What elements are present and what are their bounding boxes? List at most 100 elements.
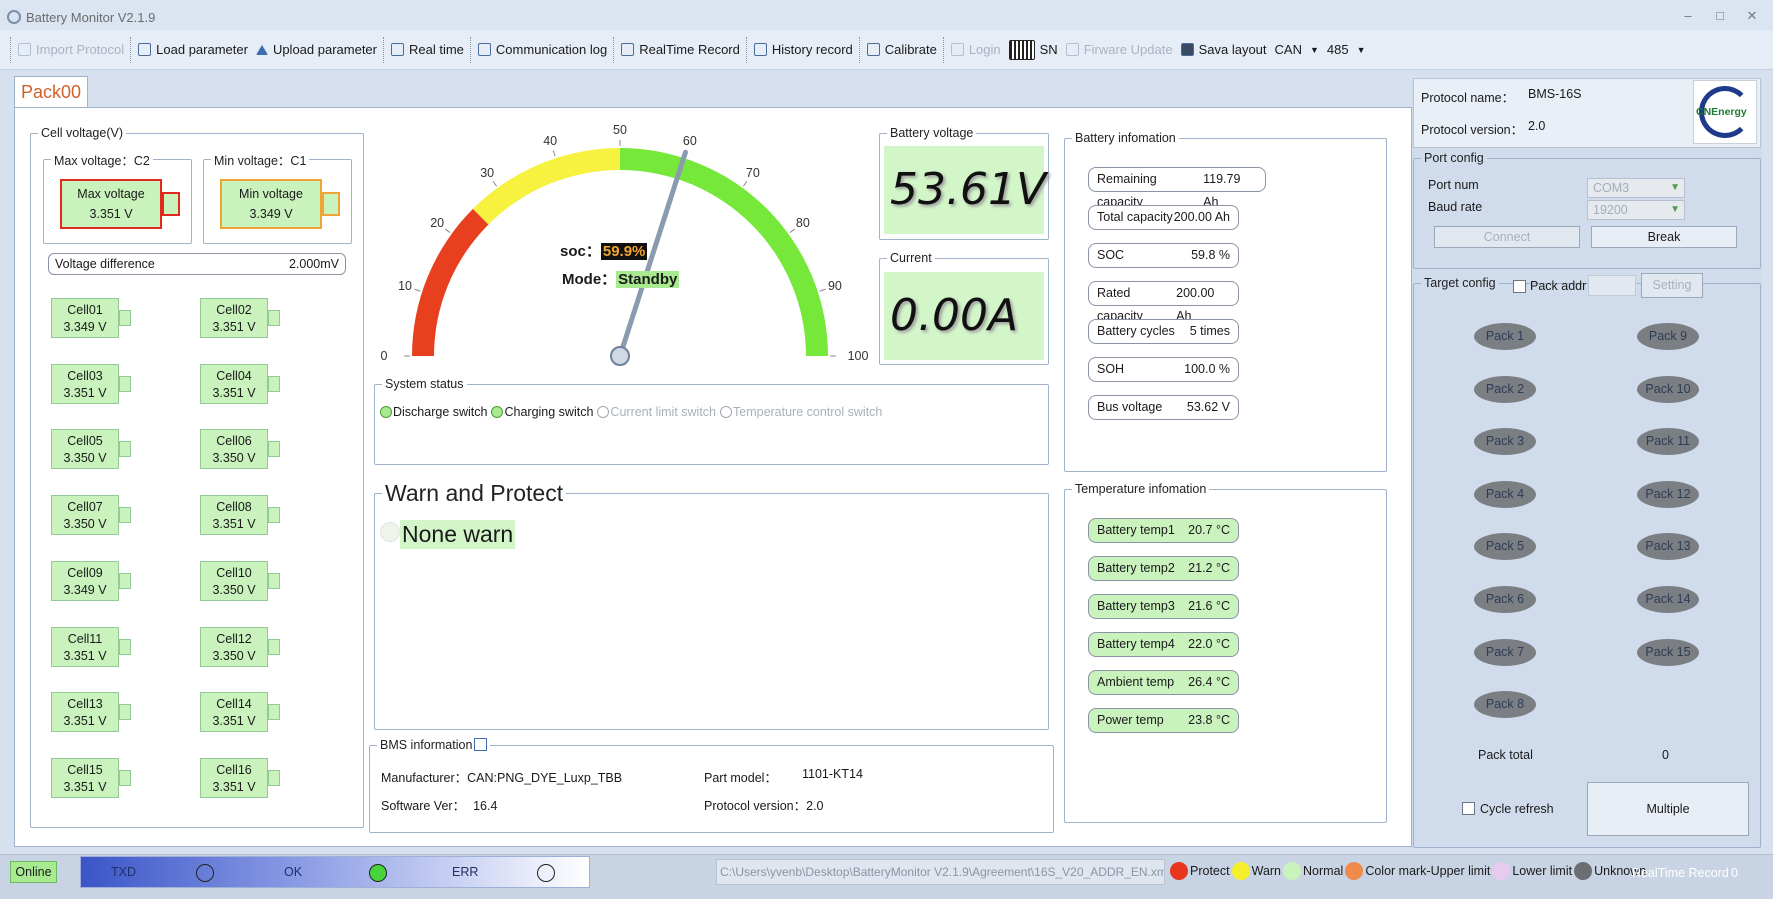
calibrate-icon [866, 43, 880, 56]
barcode-icon [1008, 39, 1035, 60]
cell-name: Cell08 [216, 500, 252, 515]
pack-button[interactable]: Pack 7 [1474, 638, 1536, 666]
multiple-button[interactable]: Multiple [1587, 782, 1749, 836]
connect-button[interactable]: Connect [1434, 226, 1580, 248]
communication-log-button[interactable]: Communication log [474, 35, 611, 65]
real-time-button[interactable]: Real time [387, 35, 468, 65]
legend-item: Lower limit [1492, 862, 1572, 880]
logo-text: CNEnergy [1696, 106, 1747, 118]
baud-rate-select[interactable]: 19200 ▼ [1587, 200, 1685, 220]
company-logo: CNEnergy [1693, 80, 1757, 144]
save-layout-button[interactable]: Sava layout [1177, 35, 1271, 65]
pack-addr-checkbox[interactable] [1513, 280, 1526, 293]
realtime-record-label: RealTime Record [1632, 866, 1729, 880]
mode-label: Mode： [562, 271, 617, 288]
battery-info-value: 53.62 V [1186, 400, 1230, 414]
gauge-tick-mark [492, 180, 497, 187]
refresh-icon[interactable] [474, 738, 488, 751]
legend-label: Warn [1251, 864, 1282, 878]
toolbar-separator [745, 36, 748, 63]
gauge-tick-label: 50 [613, 123, 627, 137]
login-button[interactable]: Login [947, 35, 1005, 65]
pack-button[interactable]: Pack 3 [1474, 428, 1536, 456]
toolbar-separator [469, 36, 472, 63]
max-voltage-value: 3.351 V [89, 207, 133, 221]
break-button[interactable]: Break [1591, 226, 1737, 248]
realtime-record-button[interactable]: RealTime Record [617, 35, 744, 65]
battery-terminal [322, 192, 340, 216]
calibrate-button[interactable]: Calibrate [863, 35, 941, 65]
cycle-refresh-label: Cycle refresh [1480, 802, 1554, 816]
part-model-label: Part model： [704, 771, 777, 785]
setting-button[interactable]: Setting [1641, 273, 1703, 298]
minimize-icon[interactable]: – [1680, 8, 1696, 24]
battery-info-label: Remaining capacity [1097, 172, 1157, 209]
software-value: 16.4 [473, 799, 498, 813]
pack-button[interactable]: Pack 2 [1474, 375, 1536, 403]
pack-button[interactable]: Pack 9 [1637, 323, 1699, 350]
close-icon[interactable]: ✕ [1744, 8, 1760, 24]
pack-button[interactable]: Pack 12 [1637, 480, 1699, 508]
cell-value: 3.351 V [212, 385, 256, 400]
manufacturer-value: CAN:PNG_DYE_Luxp_TBB [467, 771, 623, 785]
pack-addr-input[interactable] [1588, 275, 1636, 296]
temperature-label: Power temp [1097, 713, 1164, 727]
pack-button[interactable]: Pack 1 [1474, 323, 1536, 350]
warn-status-text: None warn [400, 520, 516, 549]
gauge-tick-label: 70 [746, 166, 760, 180]
legend-dot-icon [1283, 862, 1302, 880]
protocol-version-label: Protocol version： [1421, 123, 1524, 137]
battery-terminal [268, 769, 280, 786]
status-label: Charging switch [504, 405, 594, 419]
bus-select-can[interactable]: CAN ▼ [1271, 35, 1323, 65]
cell-indicator: Cell14 3.351 V [200, 692, 280, 733]
max-voltage-group-title: Max voltage：C2 [54, 154, 150, 168]
online-indicator: Online [10, 861, 57, 883]
cell-name: Cell06 [216, 434, 252, 449]
upload-parameter-button[interactable]: Upload parameter [252, 35, 381, 65]
load-parameter-button[interactable]: Load parameter [134, 35, 252, 65]
history-record-button[interactable]: History record [750, 35, 857, 65]
maximize-icon[interactable]: □ [1712, 8, 1728, 24]
tab-pack00[interactable]: Pack00 [14, 76, 88, 108]
pack-button[interactable]: Pack 6 [1474, 586, 1536, 613]
temperature-value: 20.7 °C [1188, 523, 1230, 537]
history-icon [753, 43, 767, 56]
pack-button[interactable]: Pack 8 [1474, 691, 1536, 719]
temperature-label: Battery temp3 [1097, 599, 1175, 613]
pack-button[interactable]: Pack 4 [1474, 480, 1536, 508]
import-protocol-button[interactable]: Import Protocol [14, 35, 128, 65]
temperature-value: 26.4 °C [1188, 675, 1230, 689]
battery-terminal [268, 572, 280, 589]
battery-terminal [268, 375, 280, 392]
status-led-icon [380, 406, 392, 418]
firmware-update-button[interactable]: Firware Update [1062, 35, 1177, 65]
battery-info-value: 59.8 % [1191, 248, 1230, 262]
warn-protect-title: Warn and Protect [385, 480, 564, 506]
app-logo-icon [7, 10, 21, 24]
pack-button[interactable]: Pack 14 [1637, 586, 1699, 613]
pack-button[interactable]: Pack 10 [1637, 375, 1699, 403]
load-icon [138, 43, 152, 56]
cell-value: 3.350 V [212, 648, 256, 663]
sn-button[interactable]: SN [1005, 35, 1062, 65]
status-label: Current limit switch [610, 405, 716, 419]
battery-info-value: 100.0 % [1184, 362, 1230, 376]
realtime-record-count: 0 [1731, 866, 1738, 880]
ok-label: OK [284, 865, 303, 879]
toolbar: Import Protocol Load parameter Upload pa… [0, 30, 1773, 70]
target-config-title: Target config [1424, 276, 1496, 290]
max-voltage-indicator: Max voltage 3.351 V [60, 179, 180, 229]
pack-button[interactable]: Pack 15 [1637, 638, 1699, 666]
cell-indicator: Cell15 3.351 V [51, 757, 131, 798]
gauge-tick-mark [414, 288, 421, 292]
cycle-refresh-checkbox[interactable] [1462, 802, 1475, 815]
cell-value: 3.350 V [63, 517, 107, 532]
pack-button[interactable]: Pack 11 [1637, 428, 1699, 456]
gauge-tick-label: 60 [683, 134, 697, 148]
protocol-version-value: 2.0 [1528, 119, 1546, 133]
status-led-icon [720, 406, 732, 418]
port-num-select[interactable]: COM3 ▼ [1587, 178, 1685, 198]
cell-value: 3.351 V [212, 517, 256, 532]
bus-select-485[interactable]: 485 ▼ [1323, 35, 1370, 65]
